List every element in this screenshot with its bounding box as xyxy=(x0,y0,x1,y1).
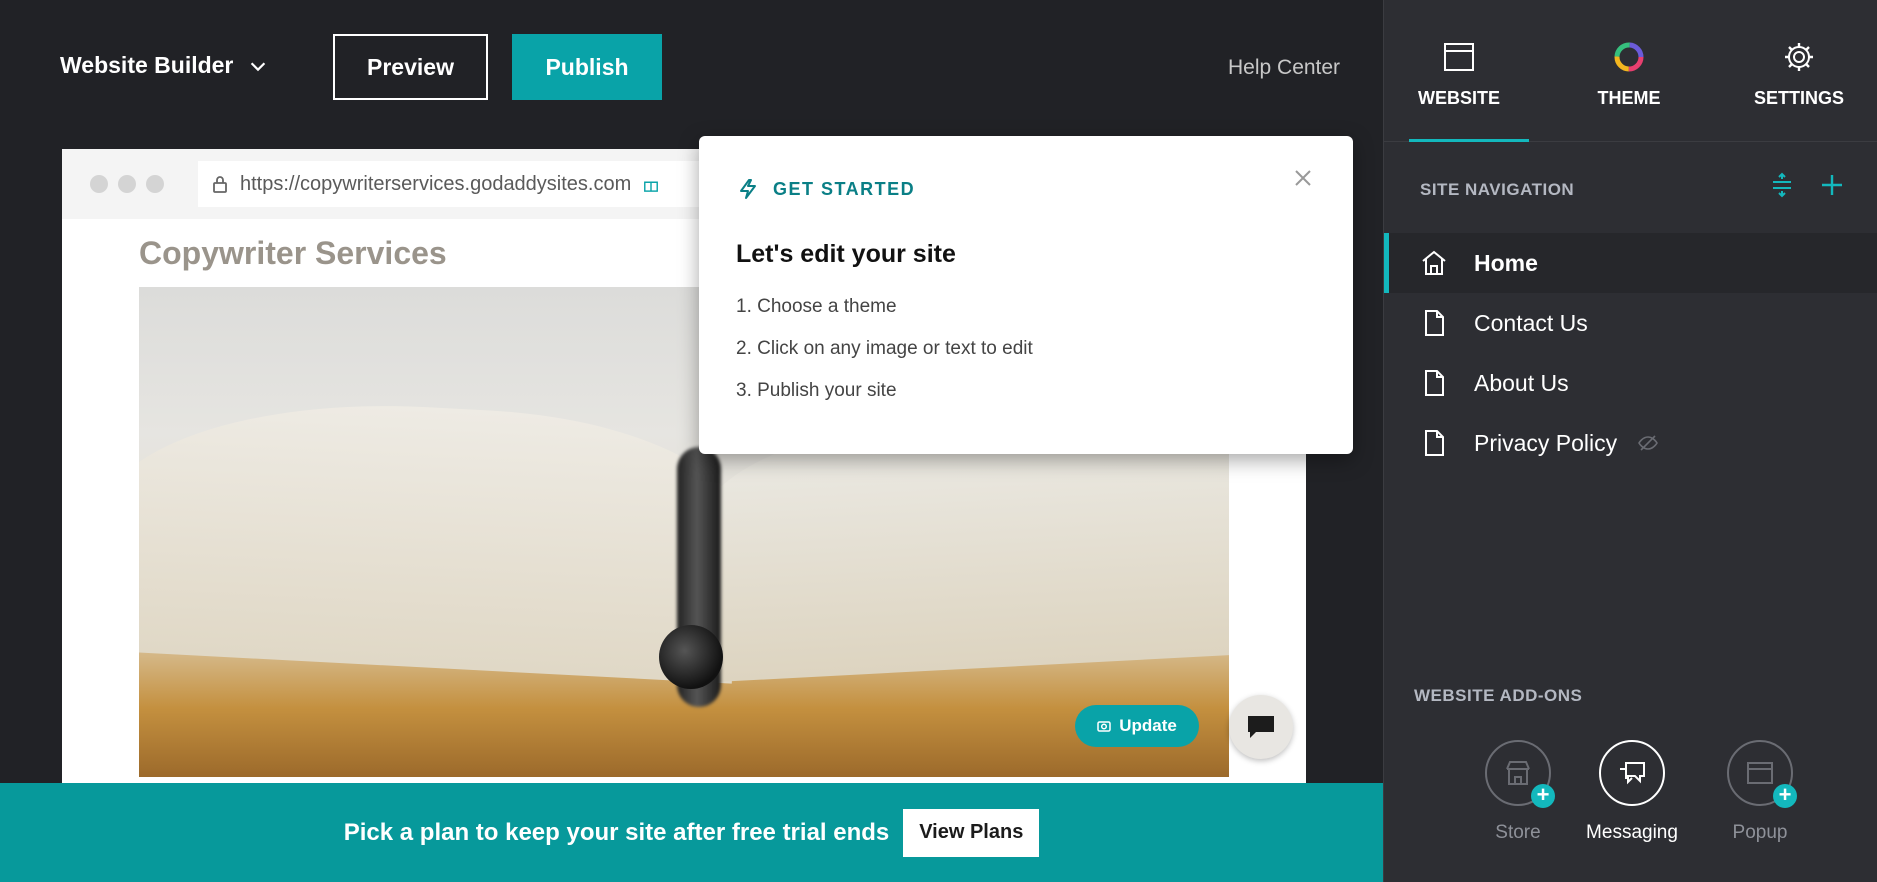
book-page xyxy=(139,390,746,684)
store-icon xyxy=(1506,761,1530,785)
tab-website[interactable]: WEBSITE xyxy=(1384,0,1534,142)
addon-label: Messaging xyxy=(1586,822,1678,843)
chat-bubble-icon xyxy=(1248,716,1274,738)
nav-item-about-us[interactable]: About Us xyxy=(1384,353,1877,413)
popup-icon xyxy=(1747,762,1773,784)
chat-button[interactable] xyxy=(1229,695,1293,759)
add-addon-icon: + xyxy=(1531,784,1555,808)
builder-menu[interactable]: Website Builder xyxy=(60,52,269,79)
popover-step: 1. Choose a theme xyxy=(736,296,897,317)
addon-messaging[interactable]: Messaging xyxy=(1562,740,1702,844)
reorder-icon[interactable] xyxy=(1769,172,1795,198)
window-dot xyxy=(90,175,108,193)
browser-window-icon xyxy=(1444,43,1474,71)
panel-tabs: WEBSITE THEME SETTINGS xyxy=(1384,0,1877,142)
nav-item-home[interactable]: Home xyxy=(1384,233,1877,293)
nav-item-privacy-policy[interactable]: Privacy Policy xyxy=(1384,413,1877,473)
site-url: https://copywriterservices.godaddysites.… xyxy=(240,172,632,195)
site-navigation-heading: SITE NAVIGATION xyxy=(1420,180,1575,199)
chevron-down-icon xyxy=(251,61,266,71)
tab-theme[interactable]: THEME xyxy=(1554,0,1704,142)
tab-website-label: WEBSITE xyxy=(1417,88,1500,108)
nav-item-label: Privacy Policy xyxy=(1474,429,1618,456)
trial-banner: Pick a plan to keep your site after free… xyxy=(0,783,1383,882)
help-center-link[interactable]: Help Center xyxy=(1228,56,1340,80)
window-dot xyxy=(118,175,136,193)
nav-item-contact-us[interactable]: Contact Us xyxy=(1384,293,1877,353)
popover-steps: 1. Choose a theme 2. Click on any image … xyxy=(736,296,1033,422)
camera-icon xyxy=(1097,721,1111,732)
site-navigation-list: Home Contact Us About Us Privacy Policy xyxy=(1384,233,1877,473)
popover-step: 2. Click on any image or text to edit xyxy=(736,338,1033,359)
gift-icon xyxy=(644,181,659,192)
addon-messaging-circle xyxy=(1599,740,1665,806)
tab-settings-label: SETTINGS xyxy=(1753,88,1844,108)
top-bar: Website Builder Preview Publish Help Cen… xyxy=(0,0,1383,136)
gear-icon xyxy=(1785,43,1813,71)
color-wheel-icon xyxy=(1614,42,1644,72)
get-started-popover: GET STARTED Let's edit your site 1. Choo… xyxy=(699,136,1353,454)
page-icon xyxy=(1425,370,1444,396)
preview-button[interactable]: Preview xyxy=(333,34,488,100)
window-dot xyxy=(146,175,164,193)
tab-settings[interactable]: SETTINGS xyxy=(1724,0,1874,142)
popover-step: 3. Publish your site xyxy=(736,380,897,401)
lock-icon xyxy=(213,176,227,193)
home-icon xyxy=(1422,250,1446,275)
add-addon-icon: + xyxy=(1773,784,1797,808)
trial-banner-text: Pick a plan to keep your site after free… xyxy=(343,818,890,846)
navigation-tools xyxy=(1769,172,1845,198)
addon-label: Store xyxy=(1495,822,1541,843)
addon-label: Popup xyxy=(1732,822,1788,843)
nav-item-label: Contact Us xyxy=(1474,309,1588,336)
builder-title: Website Builder xyxy=(60,52,234,78)
addons-heading: WEBSITE ADD-ONS xyxy=(1414,686,1583,705)
tab-theme-label: THEME xyxy=(1597,88,1661,108)
publish-button[interactable]: Publish xyxy=(512,34,662,100)
popover-kicker-text: GET STARTED xyxy=(773,178,916,199)
lightning-icon xyxy=(740,179,756,199)
addon-store-circle: + xyxy=(1485,740,1555,808)
close-button[interactable] xyxy=(1289,164,1317,192)
update-image-button[interactable]: Update xyxy=(1075,705,1199,747)
addons-row: + Store Messaging + Popup xyxy=(1384,740,1877,850)
update-label: Update xyxy=(1119,716,1177,735)
page-icon xyxy=(1425,310,1444,336)
editor-panel: WEBSITE THEME SETTINGS SITE NAVIGATION H… xyxy=(1383,0,1877,882)
eye-hidden-icon xyxy=(1638,435,1659,451)
site-title[interactable]: Copywriter Services xyxy=(139,235,447,272)
view-plans-button[interactable]: View Plans xyxy=(903,808,1040,857)
messaging-icon xyxy=(1620,762,1645,785)
page-icon xyxy=(1425,430,1444,456)
addon-popup[interactable]: + Popup xyxy=(1690,740,1830,844)
add-page-icon[interactable] xyxy=(1819,172,1845,198)
close-icon xyxy=(1295,170,1311,186)
popover-title: Let's edit your site xyxy=(736,240,956,268)
nav-item-label: About Us xyxy=(1474,369,1569,396)
popover-kicker: GET STARTED xyxy=(737,178,915,200)
addon-popup-circle: + xyxy=(1727,740,1797,808)
pen-tip-shape xyxy=(659,625,723,689)
nav-item-label: Home xyxy=(1474,249,1538,276)
